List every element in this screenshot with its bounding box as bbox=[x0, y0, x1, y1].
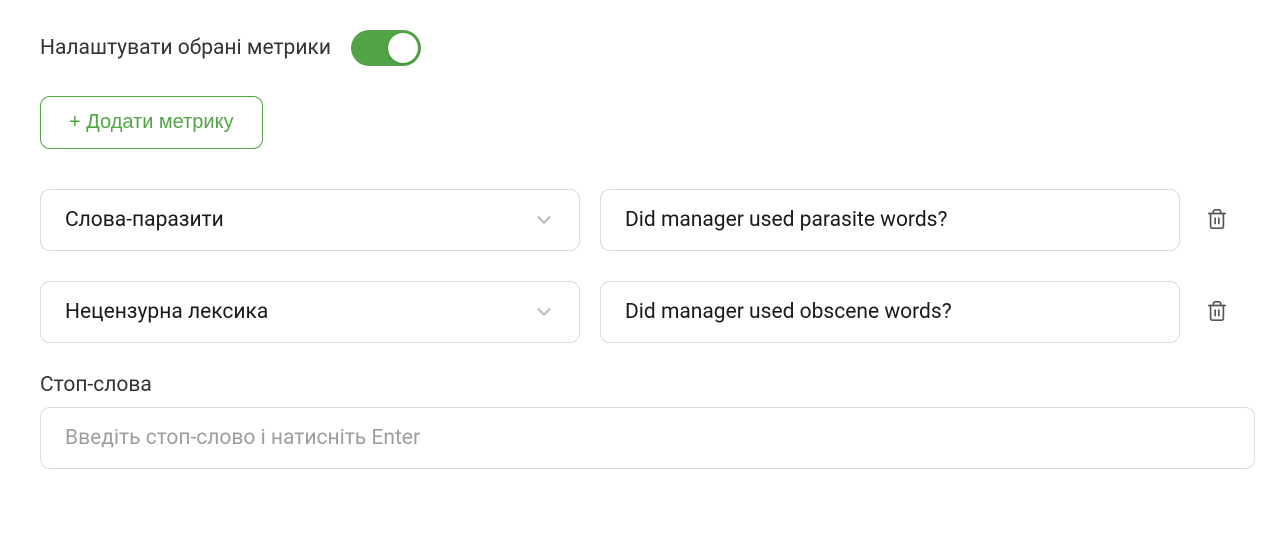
trash-icon bbox=[1206, 208, 1228, 230]
stopwords-label: Стоп-слова bbox=[40, 373, 1234, 397]
delete-metric-button[interactable] bbox=[1200, 294, 1234, 331]
delete-metric-button[interactable] bbox=[1200, 202, 1234, 239]
chevron-down-icon bbox=[533, 301, 555, 323]
metric-question-input[interactable] bbox=[600, 281, 1180, 343]
trash-icon bbox=[1206, 300, 1228, 322]
metric-select-value: Нецензурна лексика bbox=[65, 300, 268, 324]
metric-row: Нецензурна лексика bbox=[40, 281, 1234, 343]
metric-select[interactable]: Нецензурна лексика bbox=[40, 281, 580, 343]
configure-metrics-label: Налаштувати обрані метрики bbox=[40, 36, 331, 60]
toggle-knob bbox=[388, 33, 418, 63]
configure-metrics-toggle[interactable] bbox=[351, 30, 421, 66]
stopwords-input[interactable] bbox=[40, 407, 1255, 469]
configure-metrics-header: Налаштувати обрані метрики bbox=[40, 30, 1234, 66]
metric-select[interactable]: Слова-паразити bbox=[40, 189, 580, 251]
add-metric-label: + Додати метрику bbox=[69, 111, 234, 134]
chevron-down-icon bbox=[533, 209, 555, 231]
metric-question-input[interactable] bbox=[600, 189, 1180, 251]
metric-select-value: Слова-паразити bbox=[65, 208, 224, 232]
add-metric-button[interactable]: + Додати метрику bbox=[40, 96, 263, 149]
metric-row: Слова-паразити bbox=[40, 189, 1234, 251]
